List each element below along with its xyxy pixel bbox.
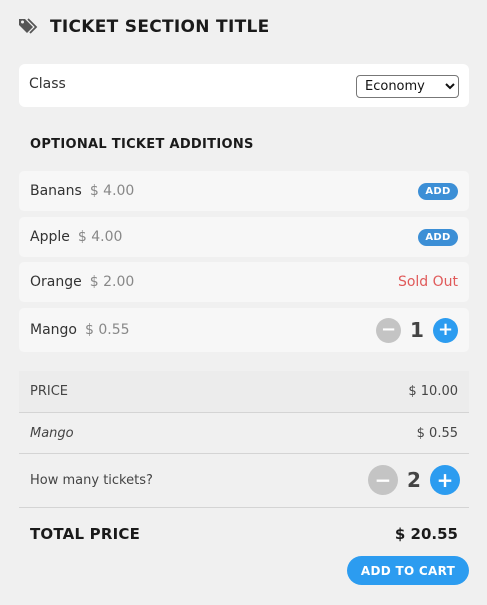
divider — [19, 507, 469, 508]
mango-increment-button[interactable]: + — [433, 317, 458, 343]
addon-name: Apple — [30, 229, 70, 245]
addon-price: $ 2.00 — [89, 274, 135, 290]
addon-name: Mango — [30, 322, 77, 338]
add-apple-button[interactable]: ADD — [418, 228, 458, 246]
class-label: Class — [29, 75, 66, 92]
total-value: $ 20.55 — [394, 525, 458, 543]
ticket-quantity-stepper: − 2 + — [368, 465, 460, 495]
price-row: PRICE $ 10.00 — [19, 371, 469, 412]
addon-row-apple: Apple $ 4.00 ADD — [19, 217, 469, 257]
section-header: TICKET SECTION TITLE — [18, 17, 270, 37]
addon-name: Banans — [30, 183, 82, 199]
addon-summary-row: Mango $ 0.55 — [19, 413, 469, 453]
addon-price: $ 4.00 — [89, 183, 135, 199]
addon-row-banans: Banans $ 4.00 ADD — [19, 171, 469, 211]
addon-row-orange: Orange $ 2.00 Sold Out — [19, 262, 469, 302]
ticket-increment-button[interactable]: + — [430, 465, 460, 495]
add-banans-button[interactable]: ADD — [418, 182, 458, 200]
total-label: TOTAL PRICE — [30, 525, 141, 543]
total-price-row: TOTAL PRICE $ 20.55 — [19, 510, 469, 558]
addon-row-mango: Mango $ 0.55 − 1 + — [19, 308, 469, 352]
mango-quantity-stepper: − 1 + — [376, 317, 458, 343]
tickets-label: How many tickets? — [30, 472, 153, 488]
ticket-quantity: 2 — [407, 468, 421, 492]
tag-icon — [19, 18, 38, 34]
addon-name: Orange — [30, 274, 82, 290]
ticket-count-row: How many tickets? − 2 + — [19, 454, 469, 506]
add-to-cart-button[interactable]: ADD TO CART — [347, 556, 469, 585]
class-row: Class Economy — [19, 64, 469, 107]
addon-price: $ 0.55 — [84, 322, 130, 338]
class-select[interactable]: Economy — [356, 74, 459, 98]
mango-quantity: 1 — [410, 318, 424, 342]
optional-additions-heading: OPTIONAL TICKET ADDITIONS — [30, 137, 254, 152]
ticket-decrement-button[interactable]: − — [368, 465, 398, 495]
sold-out-label: Sold Out — [397, 274, 458, 290]
mango-decrement-button[interactable]: − — [376, 317, 401, 343]
addon-summary-label: Mango — [30, 425, 74, 441]
section-title: TICKET SECTION TITLE — [50, 17, 270, 37]
addon-price: $ 4.00 — [77, 229, 123, 245]
price-value: $ 10.00 — [408, 384, 458, 399]
addon-summary-value: $ 0.55 — [416, 425, 458, 441]
price-label: PRICE — [30, 384, 68, 399]
